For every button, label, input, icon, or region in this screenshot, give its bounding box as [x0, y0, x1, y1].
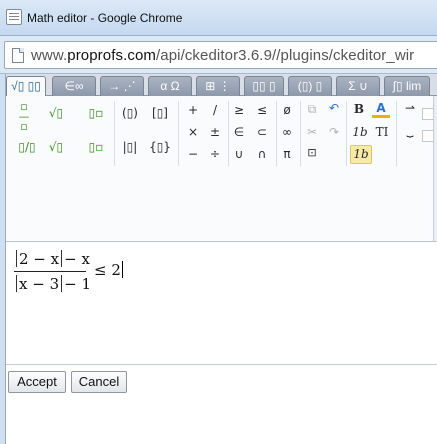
absolute-value-button[interactable]: |▯| [119, 140, 141, 154]
underbrace-button[interactable]: ⏟ [400, 123, 420, 138]
math-editor: √▯ ▯▯ ∈∞ → ⋰ α Ω ⊞ ⋮ ▯▯ ▯ (▯) ▯ Σ ∪ ∫▯ l… [5, 74, 437, 444]
accept-button[interactable]: Accept [8, 371, 66, 393]
url-text: www.proprofs.com/api/ckeditor3.6.9//plug… [31, 47, 415, 64]
overline-arrow-button[interactable]: ⇀ [400, 101, 420, 115]
text-mode-button[interactable]: TI [373, 125, 391, 139]
redo-icon[interactable]: ↷ [326, 125, 342, 139]
cancel-button[interactable]: Cancel [71, 371, 127, 393]
formula-toolbar: ▫ — ▫ √▯ ▯▫ ▯/▯ √▯ ▯▫ (▯) [▯] |▯| {▯} + / … [6, 96, 437, 263]
tab-arrows[interactable]: → ⋰ [100, 76, 144, 96]
union-button[interactable]: ∪ [232, 147, 246, 161]
chrome-window-icon [6, 9, 22, 25]
toolbar-separator [178, 101, 179, 166]
tab-symbols[interactable]: ∈∞ [52, 76, 96, 96]
tab-general[interactable]: √▯ ▯▯ [6, 76, 46, 97]
relation: ≤ 2 [94, 261, 123, 279]
fraction-numerator: 2 − x − x [14, 250, 90, 268]
address-bar: www.proprofs.com/api/ckeditor3.6.9//plug… [0, 36, 437, 74]
italic-toggle-button[interactable]: 1b [350, 145, 372, 164]
tab-calculus[interactable]: ∫▯ lim [384, 76, 430, 96]
tab-scripts[interactable]: ▯▯ ▯ [244, 76, 284, 96]
element-of-button[interactable]: ∈ [232, 125, 246, 139]
tab-matrices[interactable]: ⊞ ⋮ [196, 76, 240, 96]
url-field[interactable]: www.proprofs.com/api/ckeditor3.6.9//plug… [4, 41, 437, 69]
cut-icon[interactable]: ✂ [304, 125, 320, 139]
tab-greek[interactable]: α Ω [148, 76, 192, 96]
toolbar-separator [228, 101, 229, 166]
toolbar-separator [300, 101, 301, 166]
bevelled-fraction-button[interactable]: ▯/▯ [14, 140, 40, 154]
square-root-button[interactable]: √▯ [44, 106, 68, 120]
font-color-button[interactable]: A [372, 102, 390, 118]
plus-button[interactable]: + [186, 103, 200, 117]
slash-button[interactable]: / [208, 103, 222, 117]
toolbar-scroll-edge [433, 96, 437, 263]
toolbar-separator [114, 101, 115, 166]
nth-root-button[interactable]: √▯ [44, 140, 68, 154]
toolbar-separator [396, 101, 397, 166]
formula-input-area[interactable]: 2 − x − x x − 3− 1 ≤ 2 [6, 242, 437, 364]
brackets-button[interactable]: [▯] [149, 106, 171, 120]
paste-icon[interactable]: ⊡ [304, 146, 320, 159]
infinity-button[interactable]: ∞ [280, 125, 294, 139]
pi-button[interactable]: π [280, 147, 294, 161]
times-button[interactable]: × [186, 125, 200, 139]
subset-button[interactable]: ⊂ [255, 125, 269, 139]
superscript-button[interactable]: ▯▫ [86, 106, 106, 120]
dialog-footer: Accept Cancel [6, 364, 437, 444]
window-title: Math editor - Google Chrome [27, 11, 183, 25]
text-cursor [121, 261, 123, 278]
fraction-denominator: x − 3− 1 [14, 275, 91, 293]
greater-equal-button[interactable]: ≥ [232, 103, 246, 117]
toolbar-separator [276, 101, 277, 166]
page-icon [12, 48, 24, 63]
italic-button[interactable]: 1b [351, 125, 369, 139]
subscript-button[interactable]: ▯▫ [86, 140, 106, 154]
undo-icon[interactable]: ↶ [326, 101, 342, 115]
less-equal-button[interactable]: ≤ [255, 103, 269, 117]
intersection-button[interactable]: ∩ [255, 147, 269, 161]
tab-sums[interactable]: Σ ∪ [336, 76, 380, 96]
minus-button[interactable]: − [186, 147, 200, 161]
fraction-bar [14, 271, 86, 272]
plus-minus-button[interactable]: ± [208, 125, 222, 139]
tab-brackets[interactable]: (▯) ▯ [288, 76, 332, 96]
empty-set-button[interactable]: ø [280, 103, 294, 117]
toolbar-separator [346, 101, 347, 166]
copy-icon[interactable]: ⧉ [304, 102, 320, 117]
braces-button[interactable]: {▯} [149, 140, 171, 154]
parentheses-button[interactable]: (▯) [119, 106, 141, 120]
bold-button[interactable]: B [351, 102, 367, 116]
window-titlebar: Math editor - Google Chrome [0, 0, 437, 36]
fraction-button[interactable]: ▫ — ▫ [16, 101, 32, 132]
toolbar-tabs: √▯ ▯▯ ∈∞ → ⋰ α Ω ⊞ ⋮ ▯▯ ▯ (▯) ▯ Σ ∪ ∫▯ l… [6, 74, 437, 97]
divide-button[interactable]: ÷ [208, 147, 222, 161]
